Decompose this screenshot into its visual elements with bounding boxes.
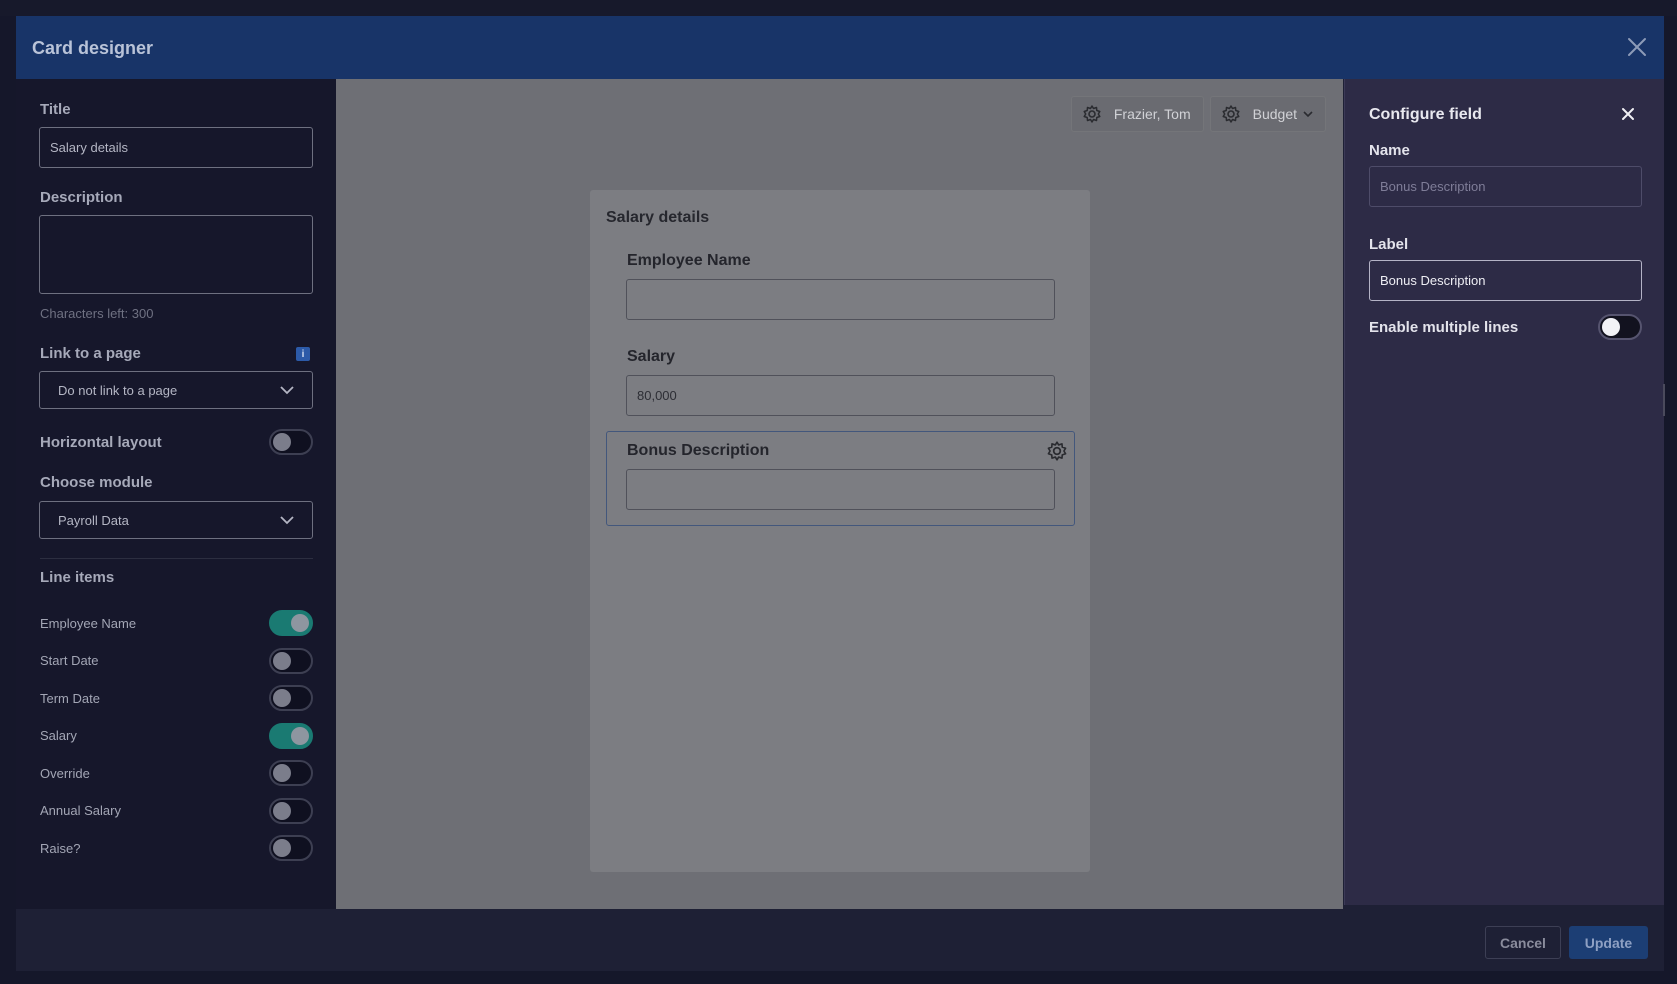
line-item-label: Raise? — [40, 840, 81, 856]
line-item-row: Annual Salary — [40, 796, 313, 826]
preview-toolbar: Frazier, Tom Budget — [1070, 96, 1326, 132]
field-input-bonus-description[interactable] — [626, 469, 1055, 510]
label-input[interactable]: Bonus Description — [1369, 260, 1642, 301]
line-item-row: Start Date — [40, 646, 313, 676]
modal-title: Card designer — [32, 38, 154, 58]
modal-footer: Cancel Update — [16, 909, 1664, 971]
choose-module-label: Choose module — [40, 474, 153, 491]
chevron-down-icon — [280, 385, 294, 395]
configure-field-panel: Configure field Name Bonus Description L… — [1344, 79, 1664, 905]
close-icon[interactable] — [1620, 106, 1636, 122]
line-item-row: Employee Name — [40, 608, 313, 638]
line-item-row: Override — [40, 758, 313, 788]
gear-icon — [1082, 104, 1102, 124]
line-item-toggle[interactable] — [269, 760, 313, 786]
card-preview-canvas: Frazier, Tom Budget Salary details Emplo… — [336, 79, 1343, 909]
field-label-bonus-description: Bonus Description — [627, 442, 770, 459]
enable-multiple-lines-row: Enable multiple lines — [1369, 312, 1642, 342]
line-item-toggle[interactable] — [269, 685, 313, 711]
version-selector-label: Budget — [1252, 106, 1297, 122]
chevron-down-icon — [1303, 110, 1313, 118]
line-item-label: Annual Salary — [40, 803, 121, 818]
enable-multiple-lines-label: Enable multiple lines — [1369, 318, 1519, 336]
line-item-label: Employee Name — [40, 615, 137, 631]
backdrop-top — [0, 0, 1677, 16]
line-item-toggle[interactable] — [269, 722, 313, 749]
card-title: Salary details — [606, 209, 710, 226]
scrollbar[interactable] — [1663, 384, 1665, 416]
card-preview: Salary details Employee Name Salary 80,0… — [590, 190, 1090, 872]
line-item-row: Raise? — [40, 833, 313, 863]
horizontal-layout-row: Horizontal layout — [40, 427, 313, 457]
line-items-label: Line items — [40, 569, 115, 586]
selected-field-bonus-description[interactable]: Bonus Description — [606, 431, 1075, 526]
choose-module-select[interactable]: Payroll Data — [39, 501, 313, 539]
version-selector[interactable]: Budget — [1209, 96, 1326, 132]
name-label: Name — [1369, 142, 1410, 159]
card-designer-modal: Card designer Title Salary details Descr… — [16, 16, 1664, 971]
label-label: Label — [1369, 236, 1409, 253]
user-selector[interactable]: Frazier, Tom — [1070, 96, 1204, 132]
horizontal-layout-toggle[interactable] — [269, 429, 313, 455]
field-label-employee-name: Employee Name — [627, 252, 751, 269]
link-to-page-label: Link to a page — [40, 345, 141, 362]
line-item-toggle[interactable] — [269, 797, 313, 824]
update-button[interactable]: Update — [1569, 926, 1648, 959]
name-input[interactable]: Bonus Description — [1369, 166, 1642, 207]
card-settings-panel: Title Salary details Description Charact… — [16, 79, 336, 909]
gear-icon — [1221, 104, 1241, 124]
line-item-toggle[interactable] — [269, 610, 313, 636]
line-item-label: Override — [40, 765, 90, 781]
field-label-salary: Salary — [627, 348, 676, 365]
modal-header: Card designer — [16, 16, 1664, 79]
link-to-page-select[interactable]: Do not link to a page — [39, 371, 313, 409]
chevron-down-icon — [280, 515, 294, 525]
configure-field-title: Configure field — [1369, 106, 1482, 123]
characters-left-hint: Characters left: 300 — [40, 306, 154, 321]
description-label: Description — [40, 189, 123, 206]
line-item-row: Salary — [40, 721, 313, 751]
title-label: Title — [40, 101, 71, 118]
line-item-label: Term Date — [40, 690, 100, 706]
close-icon[interactable] — [1624, 34, 1650, 60]
description-textarea[interactable] — [39, 215, 313, 294]
line-item-label: Start Date — [40, 653, 99, 668]
line-item-label: Salary — [40, 728, 77, 743]
horizontal-layout-label: Horizontal layout — [40, 433, 162, 451]
link-to-page-value: Do not link to a page — [58, 382, 178, 398]
field-input-employee-name[interactable] — [626, 279, 1055, 320]
cancel-button[interactable]: Cancel — [1485, 926, 1561, 959]
user-selector-label: Frazier, Tom — [1113, 106, 1191, 122]
line-item-toggle[interactable] — [269, 835, 313, 861]
enable-multiple-lines-toggle[interactable] — [1598, 314, 1642, 340]
gear-icon[interactable] — [1046, 440, 1068, 462]
info-icon[interactable]: i — [296, 347, 310, 361]
line-item-toggle[interactable] — [269, 647, 313, 674]
line-item-row: Term Date — [40, 683, 313, 713]
field-input-salary[interactable]: 80,000 — [626, 375, 1055, 416]
title-input[interactable]: Salary details — [39, 127, 313, 168]
choose-module-value: Payroll Data — [58, 512, 129, 528]
divider — [40, 558, 313, 559]
